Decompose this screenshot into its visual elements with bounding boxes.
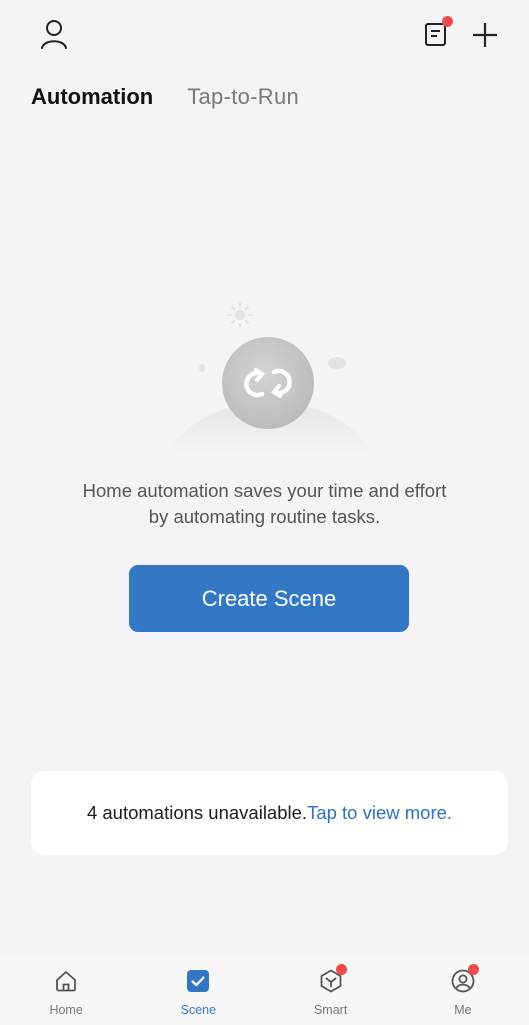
nav-home[interactable]: Home [0, 955, 132, 1025]
smart-badge [335, 964, 347, 975]
profile-button[interactable] [34, 14, 74, 54]
scene-check-icon [187, 970, 210, 992]
me-badge [467, 964, 479, 975]
tab-tap-to-run[interactable]: Tap-to-Run [187, 84, 299, 110]
bottom-navigation: Home Scene Smart Me [0, 955, 529, 1025]
cloud-icon [328, 357, 346, 369]
notice-text: 4 automations unavailable. [86, 802, 308, 823]
nav-smart-label: Smart [313, 1003, 348, 1017]
empty-state-message: Home automation saves your time and effo… [0, 478, 529, 530]
create-scene-button[interactable]: Create Scene [129, 565, 409, 632]
nav-me-label: Me [454, 1003, 472, 1017]
empty-state-line-2: by automating routine tasks. [148, 506, 381, 527]
sun-icon [227, 302, 253, 328]
nav-scene[interactable]: Scene [132, 955, 264, 1025]
scene-tabs: Automation Tap-to-Run [31, 84, 299, 110]
notes-button[interactable] [416, 14, 456, 54]
top-bar [0, 0, 529, 70]
add-button[interactable] [464, 14, 506, 56]
profile-icon [41, 20, 67, 49]
nav-me[interactable]: Me [397, 955, 529, 1025]
home-icon [56, 971, 77, 992]
nav-smart[interactable]: Smart [265, 955, 397, 1025]
plus-icon [473, 23, 497, 47]
notification-badge [442, 16, 453, 27]
tab-automation[interactable]: Automation [31, 84, 153, 110]
unavailable-automations-notice: 4 automations unavailable. Tap to view mo… [31, 771, 508, 855]
nav-scene-label: Scene [180, 1003, 217, 1017]
empty-state-line-1: Home automation saves your time and effo… [82, 480, 447, 501]
nav-home-label: Home [49, 1003, 83, 1017]
view-more-link[interactable]: Tap to view more. [307, 802, 452, 824]
empty-state-illustration [160, 290, 380, 460]
